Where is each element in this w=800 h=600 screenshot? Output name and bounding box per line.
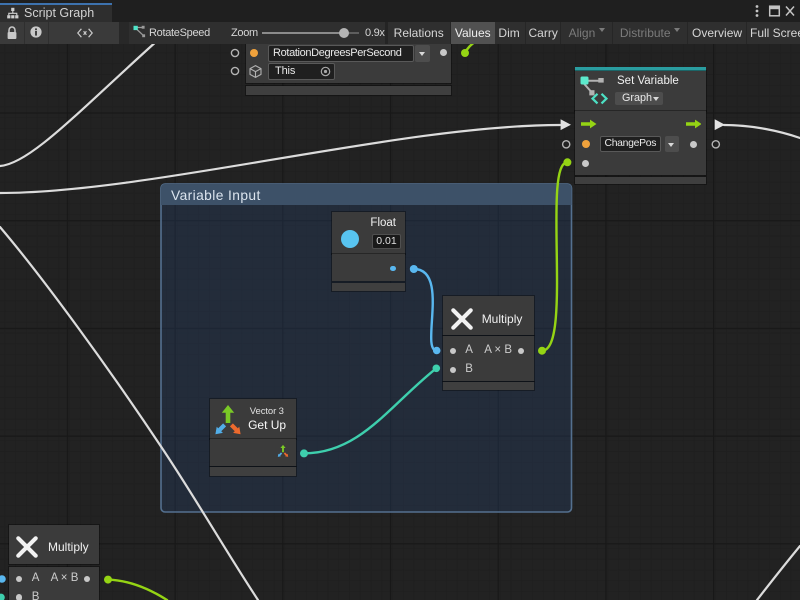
svg-text:Variable Input: Variable Input [171, 188, 261, 203]
